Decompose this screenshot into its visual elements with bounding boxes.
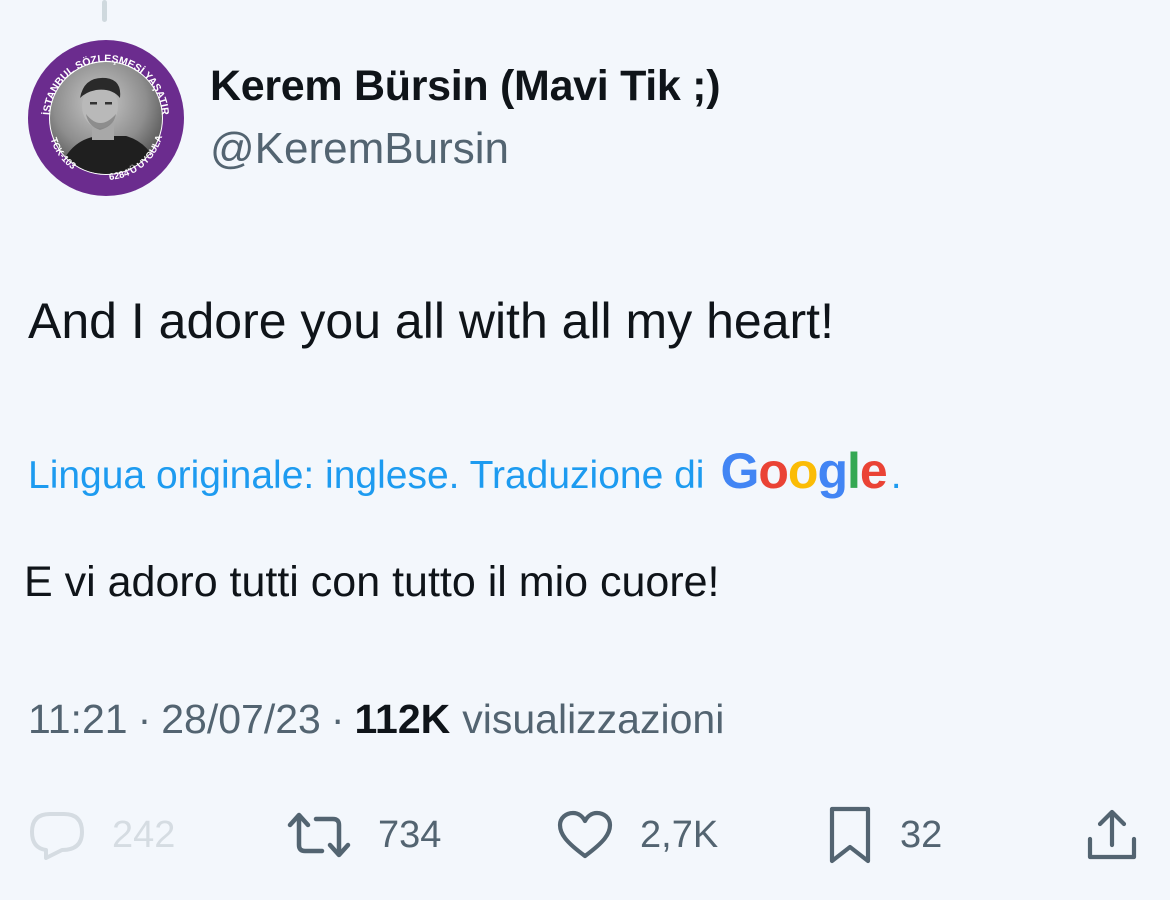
meta-separator: · (137, 696, 152, 742)
author-display-name[interactable]: Kerem Bürsin (Mavi Tik ;) (210, 62, 721, 111)
retweet-button[interactable]: 734 (286, 800, 441, 870)
avatar-image: İSTANBUL SÖZLEŞMESİ YAŞATIR TCK-103 6284… (28, 40, 184, 196)
tweet-date[interactable]: 28/07/23 (161, 696, 321, 743)
bookmark-icon (829, 806, 871, 864)
retweet-count: 734 (378, 813, 442, 856)
share-button[interactable] (1084, 800, 1140, 870)
share-icon (1087, 809, 1137, 860)
like-button[interactable]: 2,7K (556, 800, 718, 870)
tweet-actions-bar: 242 734 2,7K 32 (0, 800, 1170, 870)
translation-toggle-link[interactable]: Lingua originale: inglese. Traduzione di (28, 454, 704, 498)
reply-icon (30, 812, 84, 860)
google-logo: Google (720, 443, 887, 499)
retweet-icon (287, 812, 351, 858)
translated-text: E vi adoro tutti con tutto il mio cuore! (24, 558, 720, 606)
heart-icon (557, 810, 613, 859)
tweet-detail: İSTANBUL SÖZLEŞMESİ YAŞATIR TCK-103 6284… (0, 0, 1170, 900)
reply-count: 242 (112, 813, 176, 856)
reply-button[interactable]: 242 (28, 800, 175, 870)
translation-suffix: . (890, 454, 902, 497)
bookmark-count: 32 (900, 813, 943, 856)
avatar[interactable]: İSTANBUL SÖZLEŞMESİ YAŞATIR TCK-103 6284… (26, 40, 186, 196)
author-handle[interactable]: @KeremBursin (210, 124, 509, 174)
translation-attribution: Lingua originale: inglese. Traduzione di… (28, 442, 902, 502)
bookmark-button[interactable]: 32 (826, 800, 942, 870)
meta-separator: · (330, 696, 345, 742)
views-label: visualizzazioni (462, 696, 725, 742)
like-count: 2,7K (640, 813, 719, 856)
tweet-time[interactable]: 11:21 (28, 696, 128, 743)
views-count: 112K (354, 696, 451, 742)
tweet-meta: 11:21 · 28/07/23 · 112K visualizzazioni (28, 696, 724, 743)
tweet-text: And I adore you all with all my heart! (28, 293, 834, 349)
thread-connector-line (102, 0, 107, 22)
